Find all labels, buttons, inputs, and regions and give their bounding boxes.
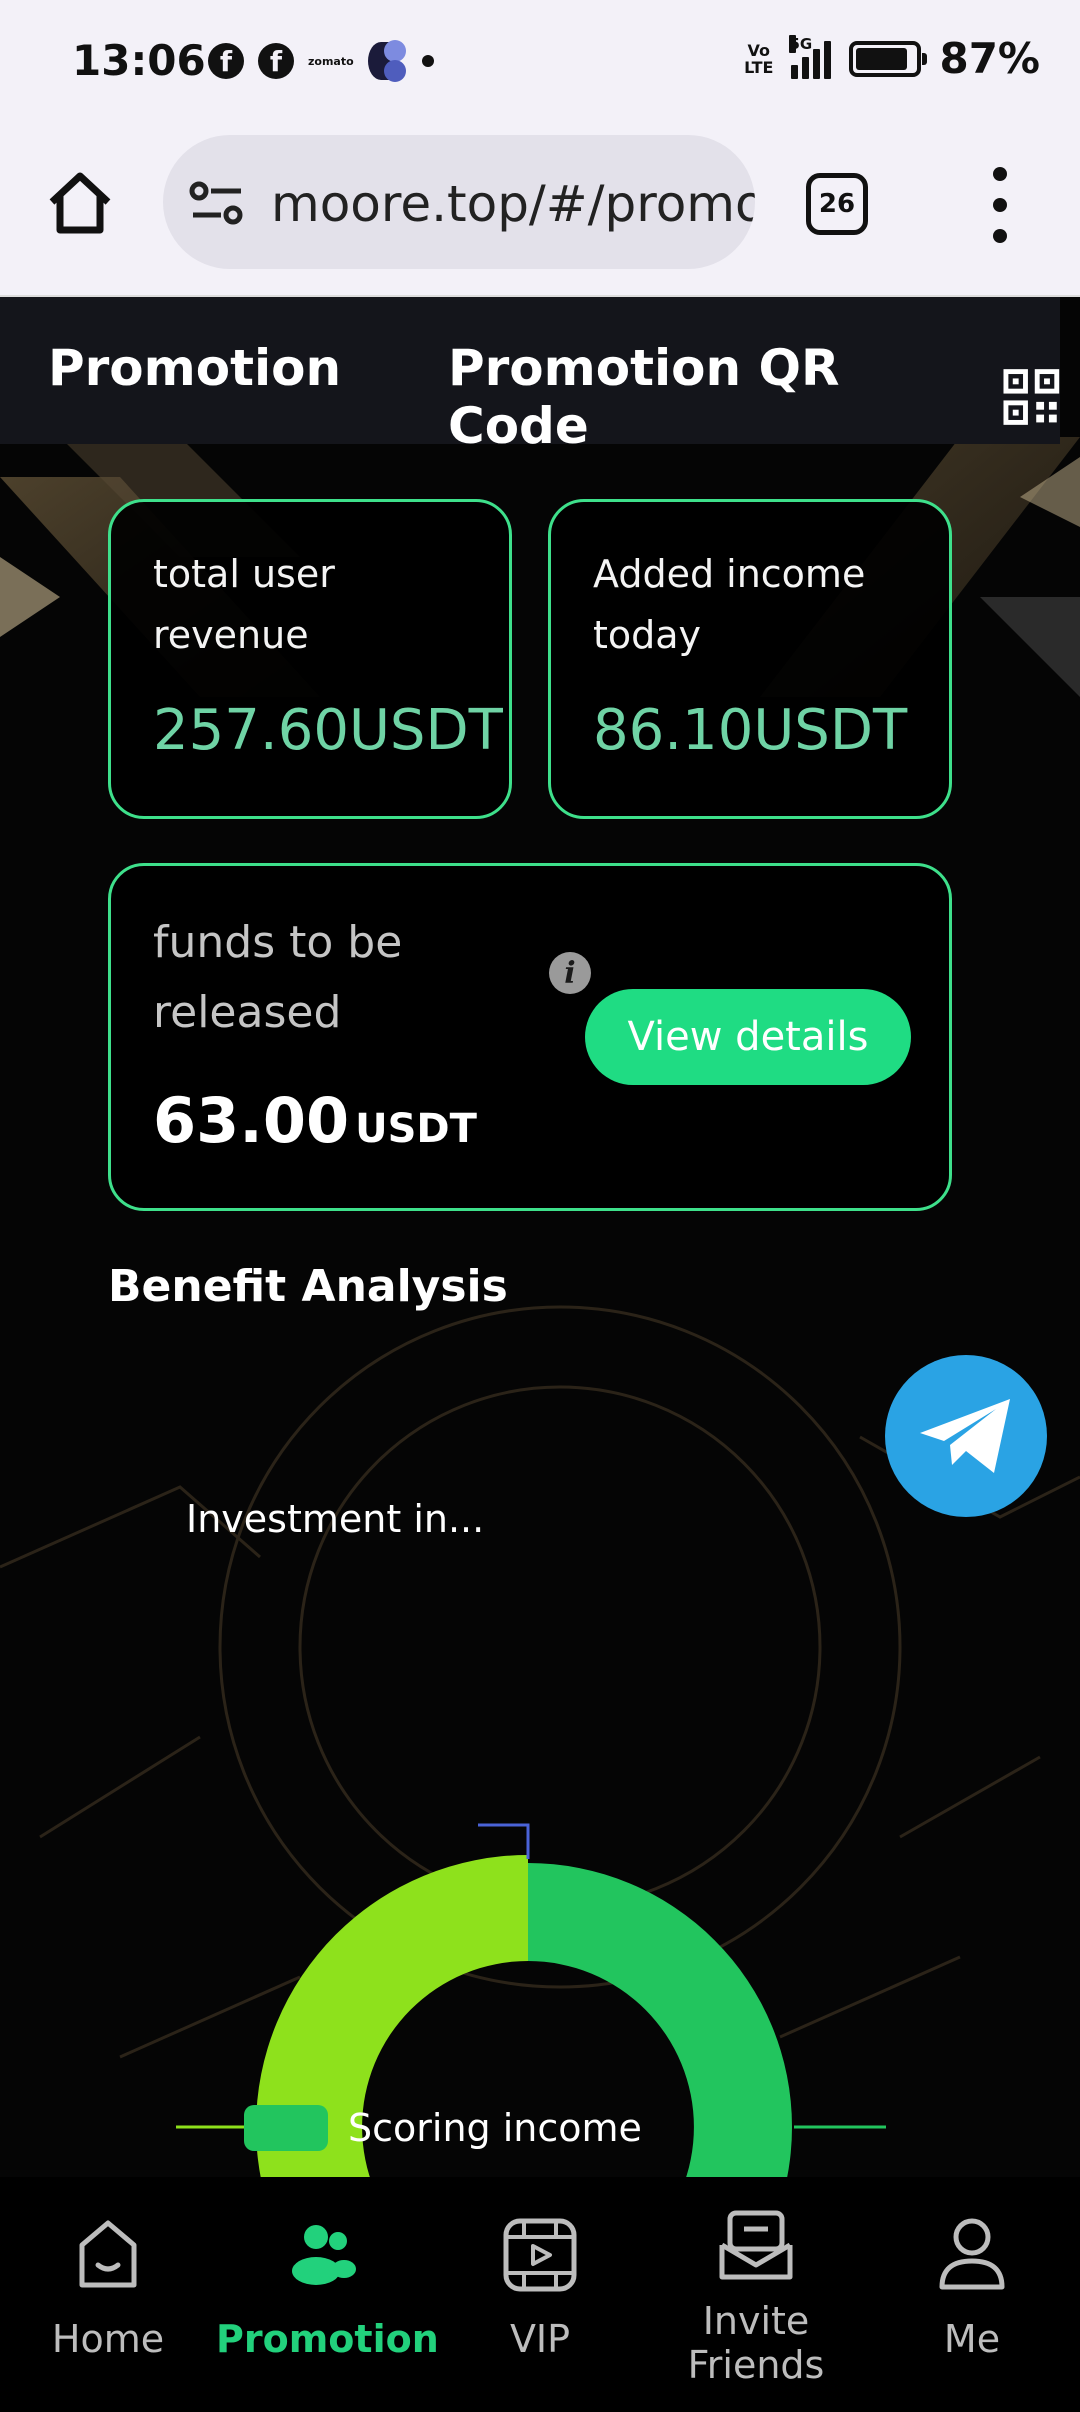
browser-toolbar: moore.top/#/promotion 26 — [0, 125, 1080, 297]
total-revenue-label: total user revenue — [153, 552, 335, 657]
nav-label: Invite Friends — [687, 2299, 825, 2387]
chart-label-leader — [478, 1823, 530, 1859]
chart-legend[interactable]: Scoring income — [244, 2105, 642, 2151]
volte-icon: Vo LTE — [744, 40, 774, 77]
chart-slice-label: Investment in... — [186, 1497, 485, 1541]
mail-icon — [719, 2210, 793, 2280]
nav-item-me[interactable]: Me — [864, 2177, 1080, 2412]
signal-icon: 5G — [789, 34, 832, 79]
facebook-icon: f — [258, 43, 294, 79]
browser-menu-button[interactable] — [980, 167, 1020, 243]
users-icon — [292, 2225, 356, 2285]
promotion-qr-code-link[interactable]: Promotion QR Code — [448, 339, 1060, 455]
nav-label: Me — [943, 2317, 1001, 2361]
url-text: moore.top/#/promotion — [271, 175, 755, 233]
nav-item-invite-friends[interactable]: Invite Friends — [648, 2177, 864, 2412]
funds-to-be-released-card: funds to be released 63.00 USDT i View de… — [108, 863, 952, 1211]
site-settings-icon — [189, 181, 243, 225]
legend-swatch — [244, 2105, 328, 2151]
person-icon — [939, 2218, 1005, 2290]
qr-link-label: Promotion QR Code — [448, 339, 840, 455]
funds-label: funds to be released — [153, 917, 403, 1038]
funds-value: 63.00 USDT — [153, 1084, 477, 1157]
status-time: 13:06 — [72, 36, 206, 85]
more-notifications-icon — [421, 55, 434, 67]
nav-label: Promotion — [216, 2317, 439, 2361]
nav-item-promotion[interactable]: Promotion — [216, 2177, 439, 2412]
benefit-analysis-title: Benefit Analysis — [108, 1261, 508, 1312]
funds-unit: USDT — [355, 1106, 477, 1152]
legend-label: Scoring income — [348, 2106, 642, 2150]
battery-percent: 87% — [939, 34, 1040, 83]
status-bar: 13:06 f f zomato Vo LTE 5G 87% — [0, 0, 1080, 125]
system-icons: Vo LTE 5G 87% — [744, 34, 1040, 83]
nav-item-home[interactable]: Home — [0, 2177, 216, 2412]
view-details-button[interactable]: View details — [585, 989, 911, 1085]
nav-label: VIP — [509, 2317, 571, 2361]
page-header: Promotion Promotion QR Code — [0, 297, 1060, 455]
total-revenue-value: 257.60USDT — [153, 698, 503, 763]
bottom-navigation: Home Promotion VIP Invite Friends Me — [0, 2177, 1080, 2412]
income-today-value: 86.10USDT — [593, 698, 908, 763]
home-icon — [49, 172, 111, 234]
tab-switcher-button[interactable]: 26 — [806, 173, 868, 235]
app-notification-icon — [367, 40, 408, 82]
nav-label: Home — [51, 2317, 165, 2361]
promotion-page: Promotion Promotion QR Code total user r… — [0, 297, 1080, 2412]
home-icon — [79, 2220, 137, 2288]
nav-item-vip[interactable]: VIP — [432, 2177, 648, 2412]
qr-code-icon — [1003, 369, 1060, 425]
funds-amount: 63.00 — [153, 1084, 350, 1157]
battery-icon — [849, 40, 928, 77]
total-user-revenue-card: total user revenue 257.60USDT — [108, 499, 512, 819]
income-today-label: Added income today — [593, 552, 866, 657]
page-title: Promotion — [48, 339, 342, 397]
notification-icons: f f zomato — [208, 40, 434, 82]
video-icon — [503, 2218, 577, 2292]
browser-home-button[interactable] — [40, 163, 120, 243]
added-income-today-card: Added income today 86.10USDT — [548, 499, 952, 819]
facebook-icon: f — [208, 43, 244, 79]
info-icon[interactable]: i — [549, 952, 591, 994]
zomato-icon: zomato — [308, 54, 354, 68]
address-bar[interactable]: moore.top/#/promotion — [163, 135, 755, 269]
